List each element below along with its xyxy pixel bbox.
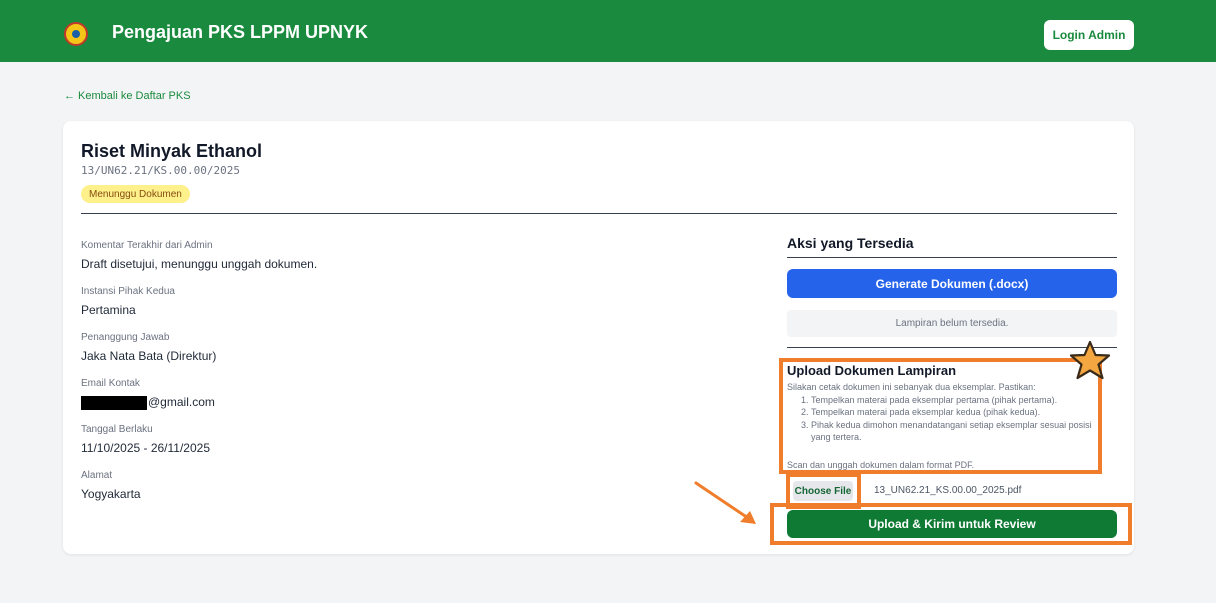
- tanggal-label: Tanggal Berlaku: [81, 424, 153, 435]
- email-value: @gmail.com: [81, 395, 215, 410]
- app-title: Pengajuan PKS LPPM UPNYK: [112, 22, 369, 42]
- annotation-box-upload-button: [770, 503, 1132, 545]
- back-to-list-link[interactable]: ← Kembali ke Daftar PKS: [64, 90, 191, 102]
- alamat-label: Alamat: [81, 470, 113, 481]
- penanggung-jawab-value: Jaka Nata Bata (Direktur): [81, 349, 217, 363]
- comment-label: Komentar Terakhir dari Admin: [81, 240, 213, 251]
- email-label: Email Kontak: [81, 378, 140, 389]
- redaction-block: [81, 395, 147, 410]
- annotation-arrow-icon: [694, 481, 756, 524]
- selected-file-name: 13_UN62.21_KS.00.00_2025.pdf: [874, 485, 1022, 496]
- penanggung-jawab-label: Penanggung Jawab: [81, 332, 170, 343]
- lampiran-status-box: Lampiran belum tersedia.: [787, 310, 1117, 337]
- instansi-label: Instansi Pihak Kedua: [81, 286, 175, 297]
- actions-heading: Aksi yang Tersedia: [787, 235, 914, 251]
- alamat-value: Yogyakarta: [81, 487, 141, 501]
- annotation-star-icon: [1069, 340, 1111, 380]
- instansi-value: Pertamina: [81, 303, 136, 317]
- university-logo-icon: [64, 22, 88, 46]
- page-title: Riset Minyak Ethanol: [81, 141, 263, 161]
- document-number: 13/UN62.21/KS.00.00/2025: [81, 164, 240, 177]
- annotation-box-upload-section: [779, 358, 1102, 474]
- actions-divider: [787, 257, 1117, 258]
- tanggal-value: 11/10/2025 - 26/11/2025: [81, 441, 210, 455]
- email-domain: @gmail.com: [148, 395, 215, 409]
- header-divider: [81, 213, 1117, 214]
- login-admin-button[interactable]: Login Admin: [1044, 20, 1134, 50]
- status-badge: Menunggu Dokumen: [81, 185, 190, 203]
- generate-document-button[interactable]: Generate Dokumen (.docx): [787, 269, 1117, 298]
- comment-value: Draft disetujui, menunggu unggah dokumen…: [81, 257, 318, 271]
